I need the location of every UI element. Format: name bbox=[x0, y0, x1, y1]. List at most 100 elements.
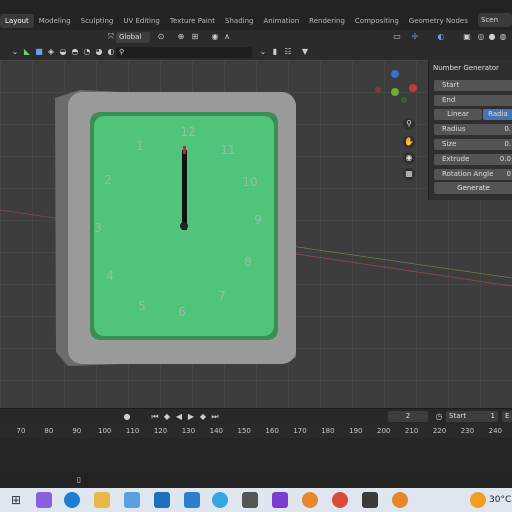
tab-geometry-nodes[interactable]: Geometry Nodes bbox=[404, 14, 473, 28]
ruler-tick: 200 bbox=[377, 427, 391, 435]
clock-number-6: 6 bbox=[178, 305, 186, 319]
file-explorer-icon[interactable] bbox=[94, 492, 110, 508]
jump-start-icon[interactable]: ⏮ bbox=[150, 412, 160, 422]
camera-view-icon[interactable]: ◉ bbox=[403, 152, 415, 164]
visual-studio-icon[interactable] bbox=[272, 492, 288, 508]
light-filter-icon[interactable]: ◔ bbox=[82, 47, 92, 57]
filter-icon[interactable]: ◣ bbox=[22, 47, 32, 57]
radius-field[interactable]: Radius 0. bbox=[434, 124, 512, 135]
copilot-icon[interactable] bbox=[36, 492, 52, 508]
next-keyframe-icon[interactable]: ◆ bbox=[198, 412, 208, 422]
view-object-types-icon[interactable]: ▭ bbox=[392, 32, 402, 42]
material-shading-icon[interactable]: ◍ bbox=[498, 32, 508, 42]
ruler-tick: 240 bbox=[488, 427, 502, 435]
end-frame-field[interactable]: E bbox=[502, 411, 512, 422]
mode-linear-button[interactable]: Linear bbox=[434, 109, 482, 120]
outliner-filter-bar: ⌄ ◣ ■ ◈ ◒ ◓ ◔ ◕ ◐ ⚲ ⌄ ▮ ☷ ▼ bbox=[0, 44, 512, 61]
ortho-grid-icon[interactable]: ▦ bbox=[403, 168, 415, 180]
chevron-down-icon[interactable]: ⌄ bbox=[10, 47, 20, 57]
timeline-ruler[interactable]: 70 80 90 100 110 120 130 140 150 160 170 180 190 200 2… bbox=[0, 424, 512, 438]
other-filter-icon[interactable]: ◐ bbox=[106, 47, 116, 57]
size-field[interactable]: Size 0. bbox=[434, 139, 512, 150]
hierarchy-icon[interactable]: ☷ bbox=[283, 47, 293, 57]
store-icon[interactable] bbox=[124, 492, 140, 508]
play-icon[interactable]: ▶ bbox=[186, 412, 196, 422]
snap-icon[interactable]: ⊕ bbox=[176, 32, 186, 42]
end-field[interactable]: End bbox=[434, 95, 512, 106]
scene-selector[interactable]: Scen bbox=[478, 13, 512, 27]
unity-icon[interactable] bbox=[362, 492, 378, 508]
outlook-icon[interactable] bbox=[154, 492, 170, 508]
mouse-icon: ▯ bbox=[76, 475, 82, 484]
solid-shading-icon[interactable]: ● bbox=[487, 32, 497, 42]
generate-button[interactable]: Generate bbox=[434, 182, 512, 194]
number-generator-panel: Number Generator Start End Linear Radia … bbox=[428, 60, 512, 200]
navigation-gizmo[interactable] bbox=[375, 70, 417, 103]
play-reverse-icon[interactable]: ◀ bbox=[174, 412, 184, 422]
blender-icon[interactable] bbox=[302, 492, 318, 508]
chrome-icon[interactable] bbox=[332, 492, 348, 508]
chevron-down-icon[interactable]: ⌄ bbox=[258, 47, 268, 57]
orientation-label: Global bbox=[119, 33, 142, 41]
windows-start-icon[interactable]: ⊞ bbox=[8, 492, 24, 508]
ruler-tick: 80 bbox=[44, 427, 54, 435]
record-icon[interactable]: ● bbox=[122, 412, 132, 422]
jump-end-icon[interactable]: ⏭ bbox=[210, 412, 220, 422]
pivot-icon[interactable]: ⊙ bbox=[156, 32, 166, 42]
empty-filter-icon[interactable]: ◕ bbox=[94, 47, 104, 57]
ruler-tick: 110 bbox=[125, 427, 140, 435]
extrude-field[interactable]: Extrude 0.0 bbox=[434, 154, 512, 165]
rotation-angle-field[interactable]: Rotation Angle 0 bbox=[434, 169, 512, 180]
mesh-filter-icon[interactable]: ◒ bbox=[58, 47, 68, 57]
ruler-tick: 230 bbox=[460, 427, 475, 435]
snap-target-icon[interactable]: ⊞ bbox=[190, 32, 200, 42]
telegram-icon[interactable] bbox=[212, 492, 228, 508]
edge-icon[interactable] bbox=[64, 492, 80, 508]
pan-hand-icon[interactable]: ✋ bbox=[403, 136, 415, 148]
ruler-tick: 140 bbox=[209, 427, 223, 435]
tab-sculpting[interactable]: Sculpting bbox=[76, 14, 119, 28]
mode-radial-button[interactable]: Radia bbox=[483, 109, 512, 120]
transform-orientation-icon[interactable]: ⤧ bbox=[106, 32, 116, 42]
funnel-icon[interactable]: ▼ bbox=[300, 47, 310, 57]
zoom-icon[interactable]: ⚲ bbox=[403, 118, 415, 130]
search-input[interactable]: ⚲ bbox=[116, 47, 252, 58]
blender-active-icon[interactable] bbox=[392, 492, 408, 508]
clock-number-2: 2 bbox=[104, 173, 112, 187]
ruler-tick: 150 bbox=[237, 427, 251, 435]
select-mode-icon[interactable]: ■ bbox=[34, 47, 44, 57]
tab-compositing[interactable]: Compositing bbox=[350, 14, 404, 28]
clock-number-3: 3 bbox=[94, 221, 102, 235]
clock-number-1: 1 bbox=[136, 139, 144, 153]
tab-texture-paint[interactable]: Texture Paint bbox=[165, 14, 220, 28]
bookmark-icon[interactable]: ▮ bbox=[270, 47, 280, 57]
object-filter-icon[interactable]: ◈ bbox=[46, 47, 56, 57]
current-frame-field[interactable]: 2 bbox=[388, 411, 428, 422]
gizmo-toggle-icon[interactable]: ✢ bbox=[410, 32, 420, 42]
clock-number-10: 10 bbox=[242, 175, 257, 189]
wireframe-shading-icon[interactable]: ◎ bbox=[476, 32, 486, 42]
app-icon[interactable] bbox=[242, 492, 258, 508]
proportional-edit-icon[interactable]: ◉ bbox=[210, 32, 220, 42]
tab-modeling[interactable]: Modeling bbox=[34, 14, 76, 28]
prev-keyframe-icon[interactable]: ◆ bbox=[162, 412, 172, 422]
tab-animation[interactable]: Animation bbox=[258, 14, 304, 28]
start-frame-field[interactable]: Start 1 bbox=[446, 411, 498, 422]
tab-shading[interactable]: Shading bbox=[220, 14, 258, 28]
overlay-toggle-icon[interactable]: ◐ bbox=[436, 32, 446, 42]
tab-rendering[interactable]: Rendering bbox=[304, 14, 350, 28]
ruler-tick: 160 bbox=[265, 427, 279, 435]
clock-number-5: 5 bbox=[138, 299, 146, 313]
clock-icon[interactable]: ◷ bbox=[434, 412, 444, 422]
timeline-tracks[interactable] bbox=[0, 438, 512, 472]
tab-layout[interactable]: Layout bbox=[0, 14, 34, 28]
temperature: 30°C bbox=[489, 495, 512, 505]
vscode-icon[interactable] bbox=[184, 492, 200, 508]
falloff-icon[interactable]: ∧ bbox=[222, 32, 232, 42]
weather-icon bbox=[470, 492, 486, 508]
tab-uv-editing[interactable]: UV Editing bbox=[118, 14, 165, 28]
orientation-dropdown[interactable]: Global ⌄ bbox=[116, 32, 150, 52]
camera-filter-icon[interactable]: ◓ bbox=[70, 47, 80, 57]
start-field[interactable]: Start bbox=[434, 80, 512, 91]
xray-icon[interactable]: ▣ bbox=[462, 32, 472, 42]
